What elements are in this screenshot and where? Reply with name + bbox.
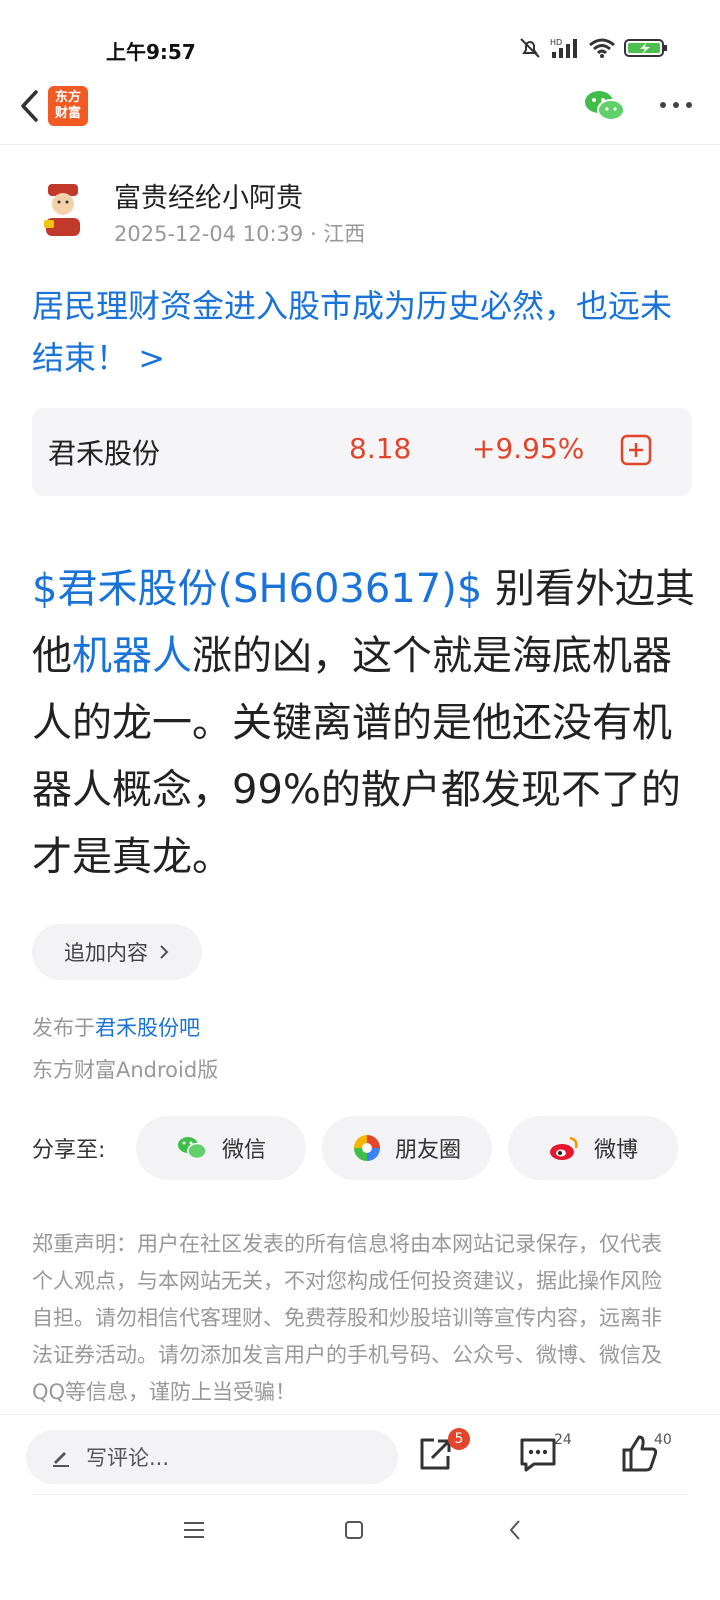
- post-location: · 江西: [309, 222, 366, 246]
- share-wechat-label: 微信: [221, 1138, 266, 1163]
- share-wechat-button[interactable]: 微信: [136, 1116, 306, 1180]
- share-weibo-button[interactable]: 微博: [508, 1116, 678, 1180]
- post-title-text: 居民理财资金进入股市成为历史必然，也远未结束！: [32, 287, 673, 377]
- wechat-icon: [177, 1137, 207, 1160]
- share-weibo-label: 微博: [593, 1138, 638, 1163]
- add-watchlist-icon[interactable]: [620, 434, 652, 466]
- more-options-icon[interactable]: [658, 96, 694, 114]
- share-badge: 5: [448, 1428, 470, 1450]
- disclaimer-text: 郑重声明：用户在社区发表的所有信息将由本网站记录保存，仅代表个人观点，与本网站无…: [32, 1232, 662, 1404]
- post-datetime: 2025-12-04 10:39: [114, 222, 304, 246]
- bottom-divider: [0, 1414, 720, 1415]
- published-in: 发布于君禾股份吧: [32, 1012, 200, 1042]
- logo-text-bottom: 财富: [54, 106, 81, 121]
- topic-link-robot[interactable]: 机器人: [72, 633, 192, 679]
- comment-placeholder: 写评论...: [86, 1446, 170, 1470]
- comment-count: 24: [554, 1432, 572, 1448]
- stock-change: +9.95%: [472, 432, 585, 465]
- stock-price: 8.18: [349, 432, 412, 465]
- post-title[interactable]: 居民理财资金进入股市成为历史必然，也远未结束！ >: [32, 280, 692, 384]
- app-logo[interactable]: 东方 财富: [48, 86, 88, 126]
- author-meta: 2025-12-04 10:39 · 江西: [114, 218, 365, 248]
- chevron-right-icon: [160, 945, 169, 959]
- system-back-icon[interactable]: [504, 1518, 528, 1542]
- avatar[interactable]: [38, 182, 88, 238]
- forum-link[interactable]: 君禾股份吧: [95, 1016, 200, 1040]
- logo-text-top: 东方: [54, 90, 81, 105]
- stock-mention-link[interactable]: $君禾股份(SH603617)$: [32, 566, 482, 612]
- stock-name: 君禾股份: [48, 437, 161, 470]
- battery-icon: [624, 39, 667, 57]
- nav-divider: [0, 144, 720, 145]
- system-nav-divider: [32, 1494, 688, 1495]
- share-moments-label: 朋友圈: [394, 1138, 461, 1163]
- share-moments-button[interactable]: 朋友圈: [322, 1116, 492, 1180]
- back-arrow-icon[interactable]: [14, 88, 50, 124]
- moments-icon: [353, 1135, 380, 1161]
- post-body: $君禾股份(SH603617)$ 别看外边其他机器人涨的凶，这个就是海底机器人的…: [32, 556, 704, 891]
- svg-text:HD: HD: [550, 38, 562, 47]
- append-content-button[interactable]: 追加内容: [32, 924, 202, 980]
- post-title-arrow: >: [138, 339, 165, 377]
- signal-icon: HD: [550, 38, 577, 58]
- mute-icon: [520, 38, 540, 58]
- status-icons: HD: [518, 36, 668, 60]
- wechat-share-icon[interactable]: [583, 88, 627, 124]
- append-content-label: 追加内容: [64, 941, 148, 965]
- platform-label: 东方财富Android版: [32, 1058, 219, 1082]
- like-count: 40: [654, 1432, 672, 1448]
- comment-input[interactable]: 写评论...: [26, 1430, 398, 1484]
- menu-icon[interactable]: [182, 1518, 206, 1542]
- pencil-icon: [53, 1452, 69, 1467]
- author-name[interactable]: 富贵经纶小阿贵: [114, 176, 303, 215]
- weibo-icon: [549, 1136, 578, 1160]
- status-time: 上午9:57: [106, 40, 196, 64]
- published-prefix: 发布于: [32, 1016, 95, 1040]
- share-label: 分享至:: [32, 1138, 106, 1163]
- home-icon[interactable]: [342, 1518, 366, 1542]
- wifi-icon: [589, 38, 615, 58]
- stock-card[interactable]: 君禾股份 8.18 +9.95%: [32, 408, 692, 496]
